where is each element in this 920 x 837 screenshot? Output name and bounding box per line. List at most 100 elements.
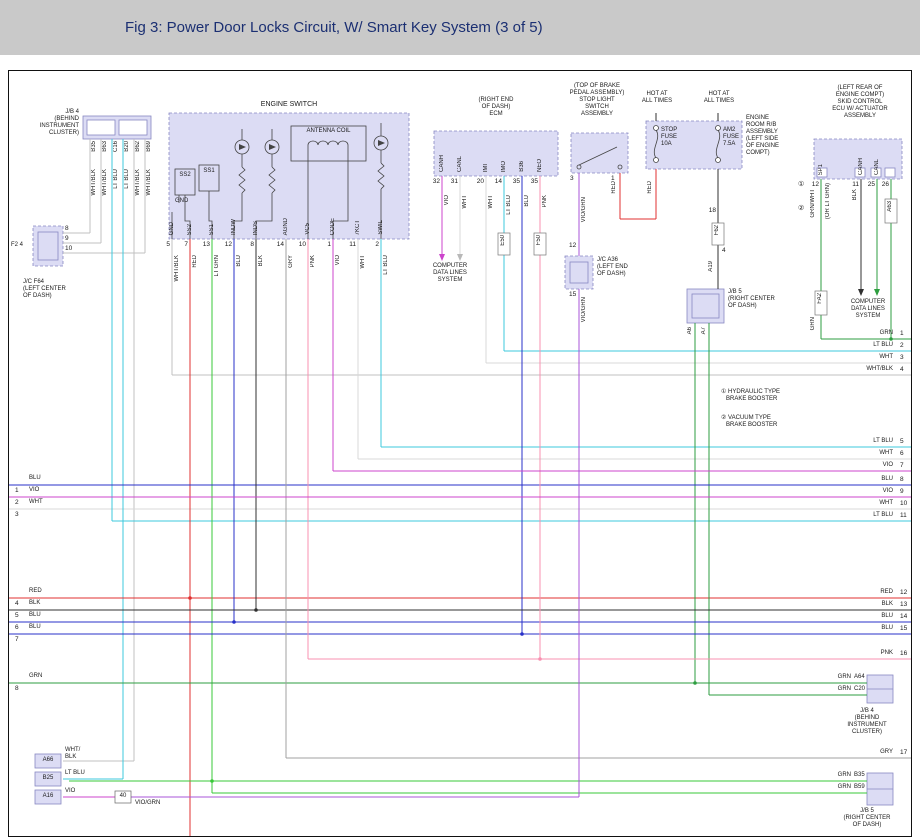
ecm-pin-num: 35 bbox=[527, 178, 538, 185]
engine-pin-num: 8 bbox=[243, 241, 254, 248]
jb4-pin: B62 bbox=[135, 141, 142, 152]
jb4-pin: C16 bbox=[113, 141, 120, 152]
left-stub-label: BLU bbox=[29, 612, 41, 619]
figure-title: Fig 3: Power Door Locks Circuit, W/ Smar… bbox=[125, 19, 543, 36]
right-stub-label: LT BLU bbox=[827, 512, 893, 519]
conn-a66-wire: WHT/ BLK bbox=[65, 747, 80, 761]
left-stub-label: WHT bbox=[29, 499, 43, 506]
computer-data-lines-left: COMPUTER DATA LINES SYSTEM bbox=[412, 263, 488, 284]
circle-1-mark: ① bbox=[798, 181, 804, 189]
conn-b25-code: B25 bbox=[35, 775, 61, 782]
engine-wire-label: PNK bbox=[310, 255, 317, 267]
engine-wire-label: VIO bbox=[335, 255, 342, 265]
skid-pin: SP1 bbox=[818, 164, 825, 175]
ecm-wire-label: PNK bbox=[542, 195, 549, 207]
wires-lt-grn bbox=[69, 239, 867, 793]
jb4-top-label: J/B 4 (BEHIND INSTRUMENT CLUSTER) bbox=[19, 109, 79, 137]
ecm-pin: CANL bbox=[457, 156, 464, 172]
right-jb5-wire2: GRN bbox=[819, 784, 851, 791]
engine-pin: SWIL bbox=[378, 220, 385, 235]
engine-pin: 7KCT bbox=[355, 220, 362, 235]
left-stub-num: 4 bbox=[15, 600, 19, 607]
tag-f50: F50 bbox=[536, 235, 543, 245]
right-jb4-label: J/B 4 (BEHIND INSTRUMENT CLUSTER) bbox=[839, 708, 895, 736]
ecm-wire-label: WHT bbox=[462, 195, 469, 209]
jb5-pin-a: A6 bbox=[687, 327, 694, 334]
a36-wire-label: VIO/GRN bbox=[581, 297, 588, 322]
jc-f64-label: J/C F64 (LEFT CENTER OF DASH) bbox=[23, 279, 66, 300]
engine-pin-num: 7 bbox=[177, 241, 188, 248]
skid-pin: CANH bbox=[858, 158, 865, 175]
stop-wire-b-label: RED bbox=[611, 181, 618, 194]
fuse-terminal bbox=[716, 158, 721, 163]
right-stub-num: 17 bbox=[900, 749, 907, 756]
engine-pin: INDW bbox=[231, 219, 238, 235]
engine-pin-num: 12 bbox=[221, 241, 232, 248]
engine-pin: SS2 bbox=[187, 224, 194, 235]
fuse-terminal bbox=[654, 126, 659, 131]
left-stub-num: 8 bbox=[15, 685, 19, 692]
circle-2-mark: ② bbox=[798, 205, 804, 213]
right-jb4-wire1: GRN bbox=[819, 674, 851, 681]
skid-pin-num: 12 bbox=[808, 181, 819, 188]
a36-num-top: 12 bbox=[569, 242, 576, 249]
ss1-label: SS1 bbox=[199, 168, 219, 175]
hot-at-all-times-2: HOT AT ALL TIMES bbox=[697, 91, 741, 105]
right-stub-num: 8 bbox=[900, 476, 904, 483]
stop-pin-a: 3 bbox=[570, 175, 574, 182]
tag-f62: F62 bbox=[714, 225, 721, 235]
ecm-pin-num: 31 bbox=[447, 178, 458, 185]
ecm-pin: CANH bbox=[439, 155, 446, 172]
f64-pin: 10 bbox=[65, 245, 72, 252]
right-stub-label: GRN bbox=[827, 330, 893, 337]
right-stub-label: WHT bbox=[827, 354, 893, 361]
conn-b25-wire: LT BLU bbox=[65, 770, 85, 777]
right-jb5-pin2: B59 bbox=[854, 784, 865, 791]
right-stub-num: 2 bbox=[900, 342, 904, 349]
jb4-wire-label: WHT/BLK bbox=[91, 169, 98, 196]
wires-gry bbox=[286, 239, 911, 758]
right-jb5-pin1: B35 bbox=[854, 772, 865, 779]
right-stub-num: 7 bbox=[900, 462, 904, 469]
right-stub-label: PNK bbox=[827, 650, 893, 657]
antenna-coil-label: ANTENNA COIL bbox=[292, 128, 365, 135]
right-stub-label: WHT bbox=[827, 500, 893, 507]
right-jb4-pin2: C20 bbox=[854, 686, 865, 693]
ecm-label: (RIGHT END OF DASH) ECM bbox=[446, 97, 546, 118]
right-stub-label: LT BLU bbox=[827, 342, 893, 349]
jb5-label: J/B 5 (RIGHT CENTER OF DASH) bbox=[728, 289, 775, 310]
right-stub-num: 3 bbox=[900, 354, 904, 361]
engine-pin-num: 5 bbox=[159, 241, 170, 248]
skid-wire-grn-label: GRN bbox=[810, 317, 817, 330]
vio-grn-bottom-label: VIO/GRN bbox=[135, 800, 160, 807]
note-hydraulic: ① HYDRAULIC TYPE BRAKE BOOSTER bbox=[721, 389, 780, 403]
jb4-wire-label: WHT/BLK bbox=[135, 169, 142, 196]
jc-a36-box bbox=[565, 256, 593, 289]
arrow-down bbox=[858, 289, 864, 296]
right-stub-num: 1 bbox=[900, 330, 904, 337]
engine-pin-num: 14 bbox=[273, 241, 284, 248]
jb4-wire-label: WHT/BLK bbox=[146, 169, 153, 196]
left-stub-num: 3 bbox=[15, 511, 19, 518]
hot-at-all-times-1: HOT AT ALL TIMES bbox=[635, 91, 679, 105]
right-stub-label: RED bbox=[827, 589, 893, 596]
jb4-pin: B69 bbox=[146, 141, 153, 152]
num-18: 18 bbox=[706, 207, 716, 214]
right-stub-num: 13 bbox=[900, 601, 907, 608]
skid-pin-num: 25 bbox=[864, 181, 875, 188]
num-4: 4 bbox=[722, 247, 726, 254]
a36-num-bottom: 15 bbox=[569, 291, 576, 298]
figure-title-bar: Fig 3: Power Door Locks Circuit, W/ Smar… bbox=[0, 0, 920, 55]
right-stub-label: BLU bbox=[827, 625, 893, 632]
ecm-wire-label: VIO bbox=[444, 195, 451, 205]
conn-a16-wire: VIO bbox=[65, 788, 75, 795]
skid-pin: CANL bbox=[874, 159, 881, 175]
right-stub-num: 15 bbox=[900, 625, 907, 632]
ecm-pin: IMO bbox=[501, 161, 508, 172]
ss2-label: SS2 bbox=[175, 172, 195, 179]
ecm-pin-num: 32 bbox=[429, 178, 440, 185]
right-stub-num: 16 bbox=[900, 650, 907, 657]
left-stub-label: BLU bbox=[29, 624, 41, 631]
engine-wire-label: LT GRN bbox=[214, 255, 221, 276]
right-stub-num: 10 bbox=[900, 500, 907, 507]
